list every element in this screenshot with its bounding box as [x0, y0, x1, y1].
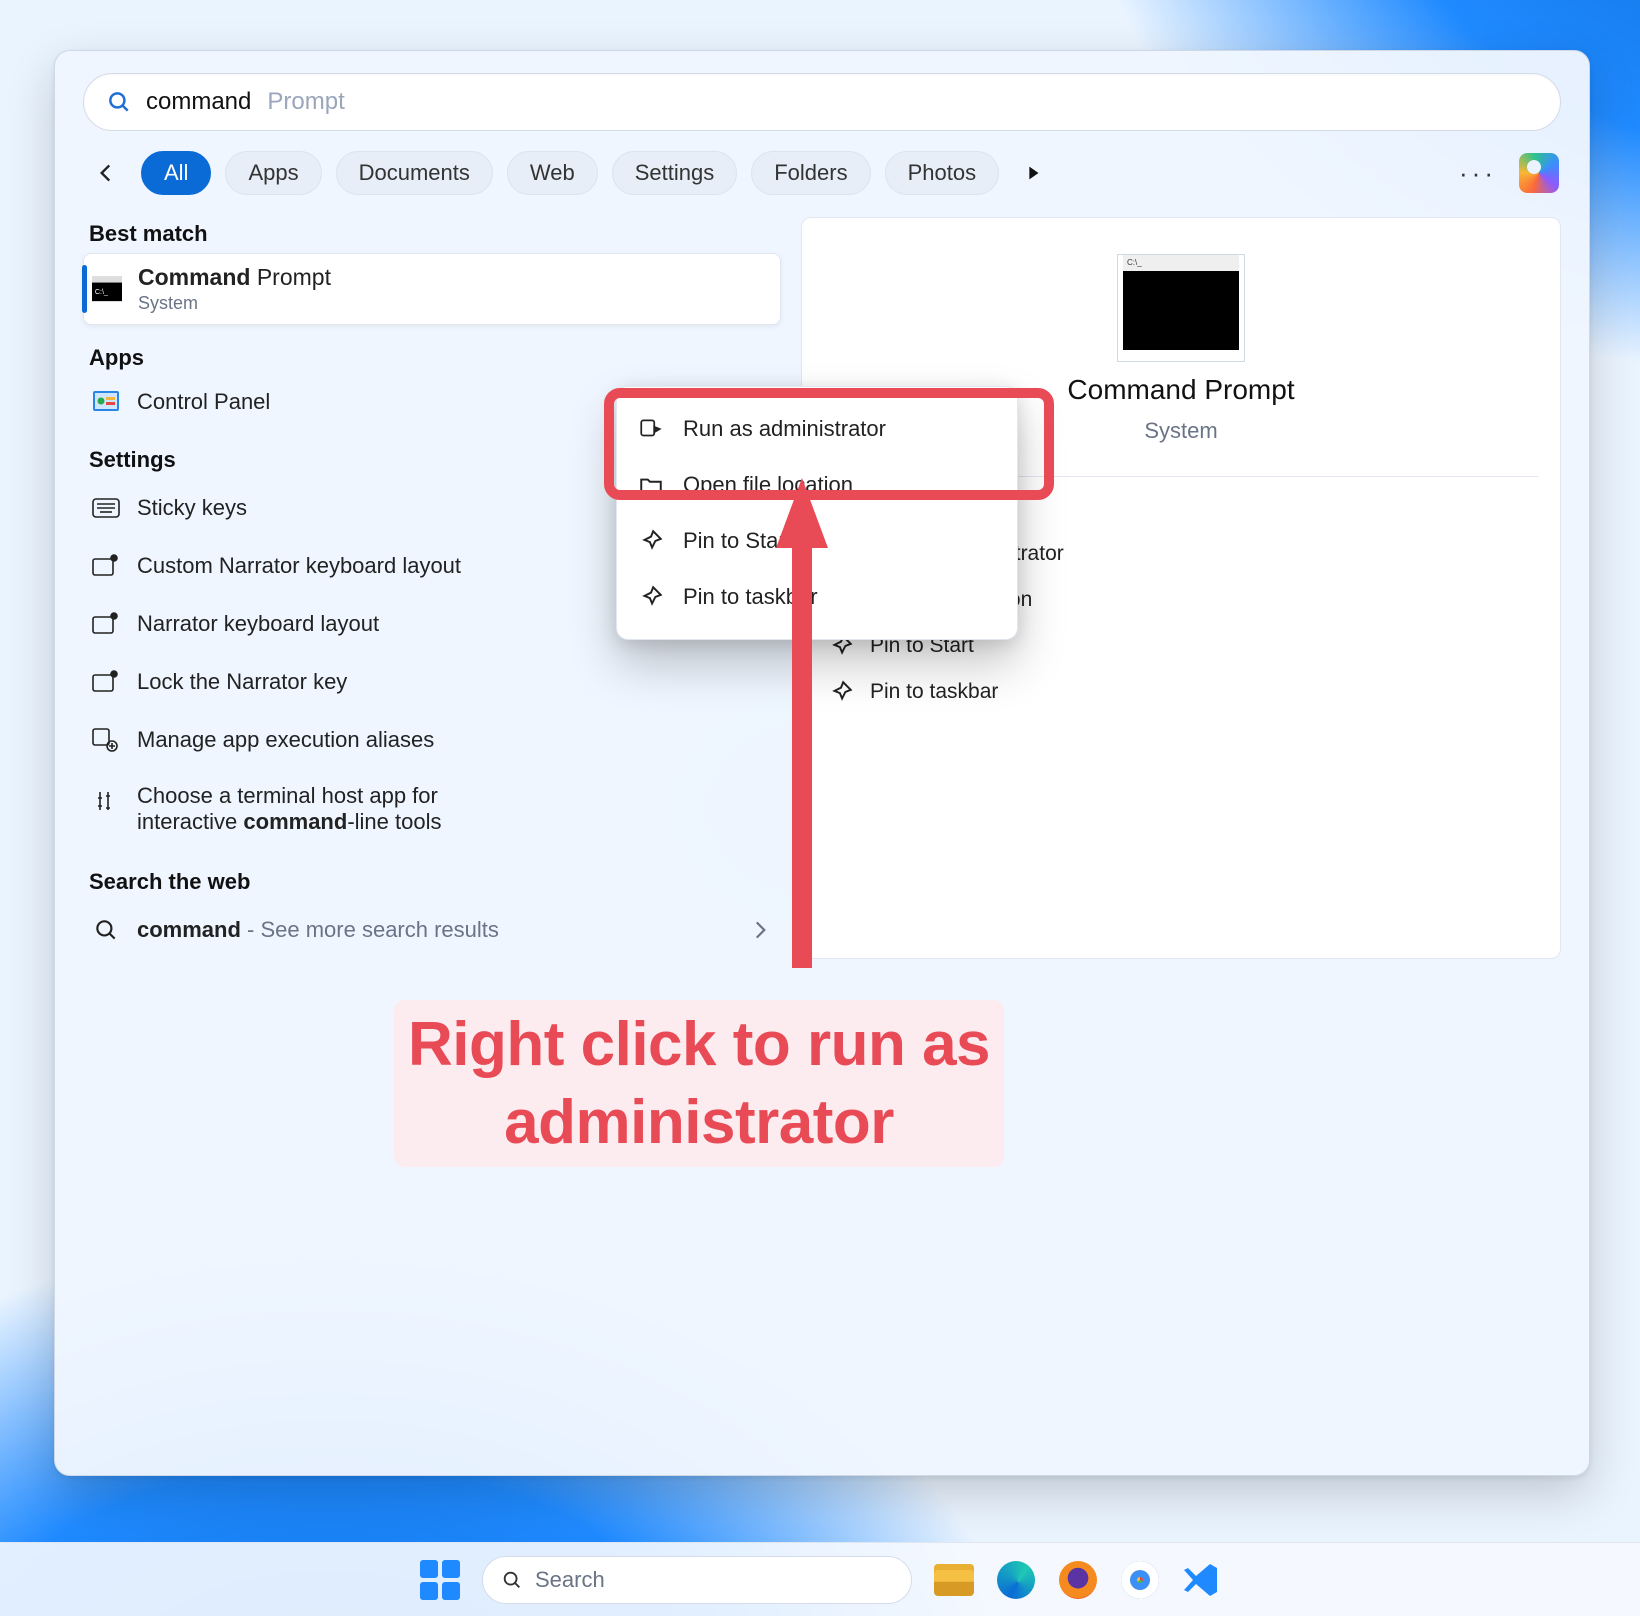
preview-type: System [1144, 418, 1217, 444]
tools-icon [91, 787, 121, 817]
taskbar-firefox[interactable] [1058, 1560, 1098, 1600]
copilot-icon[interactable] [1519, 153, 1559, 193]
result-subtitle: System [138, 293, 331, 314]
ctx-pin-taskbar[interactable]: Pin to taskbar [627, 569, 1007, 625]
section-best-match: Best match [83, 217, 781, 253]
result-command-prompt[interactable]: C:\_ Command Prompt System [83, 253, 781, 325]
search-typed-text: command [146, 88, 251, 116]
folder-icon [637, 471, 665, 499]
taskbar-explorer[interactable] [934, 1560, 974, 1600]
pin-icon [828, 679, 854, 705]
preview-action-pin-taskbar-label: Pin to taskbar [870, 680, 998, 704]
taskbar-search-placeholder: Search [535, 1567, 605, 1593]
context-menu: Run as administrator Open file location … [616, 386, 1018, 640]
filter-web[interactable]: Web [507, 151, 598, 195]
control-panel-icon [91, 387, 121, 417]
keyboard-icon [91, 493, 121, 523]
filter-photos-label: Photos [908, 160, 977, 186]
filter-row: All Apps Documents Web Settings Folders … [83, 151, 1561, 195]
preview-action-pin-taskbar[interactable]: Pin to taskbar [824, 669, 1538, 715]
result-lock-narrator-label: Lock the Narrator key [137, 669, 773, 695]
ctx-run-admin-label: Run as administrator [683, 416, 886, 442]
overflow-button[interactable]: ··· [1451, 158, 1505, 189]
ctx-pin-taskbar-label: Pin to taskbar [683, 584, 818, 610]
ctx-run-admin[interactable]: Run as administrator [627, 401, 1007, 457]
filter-all-label: All [164, 160, 188, 186]
preview-title: Command Prompt [1067, 374, 1294, 406]
filter-documents-label: Documents [359, 160, 470, 186]
filter-photos[interactable]: Photos [885, 151, 1000, 195]
search-icon [91, 915, 121, 945]
filter-settings-label: Settings [635, 160, 715, 186]
taskbar-vscode[interactable] [1182, 1561, 1220, 1599]
result-terminal-host[interactable]: Choose a terminal host app for interacti… [83, 769, 781, 849]
back-button[interactable] [85, 152, 127, 194]
result-lock-narrator[interactable]: Lock the Narrator key [83, 653, 781, 711]
start-search-panel: command Prompt All Apps Documents Web Se… [54, 50, 1590, 1476]
filter-folders[interactable]: Folders [751, 151, 870, 195]
result-title-bold: Command [138, 264, 250, 290]
web-term: command [137, 917, 241, 942]
filter-web-label: Web [530, 160, 575, 186]
narrator-icon [91, 609, 121, 639]
pin-icon [637, 527, 665, 555]
result-title-rest: Prompt [250, 264, 331, 290]
filter-settings[interactable]: Settings [612, 151, 738, 195]
narrator-icon [91, 667, 121, 697]
pin-icon [637, 583, 665, 611]
filter-apps[interactable]: Apps [225, 151, 321, 195]
taskbar-edge[interactable] [996, 1560, 1036, 1600]
command-prompt-icon: C:\_ [92, 274, 122, 304]
ctx-pin-start[interactable]: Pin to Start [627, 513, 1007, 569]
chevron-right-icon [747, 917, 773, 943]
result-manage-aliases-label: Manage app execution aliases [137, 727, 773, 753]
result-web-command[interactable]: command - See more search results [83, 901, 781, 959]
annotation-text: Right click to run as administrator [394, 1000, 1004, 1167]
taskbar: Search [0, 1542, 1640, 1616]
filter-documents[interactable]: Documents [336, 151, 493, 195]
filter-apps-label: Apps [248, 160, 298, 186]
result-command-prompt-text: Command Prompt System [138, 264, 331, 314]
section-apps: Apps [83, 341, 781, 377]
ctx-open-file-location[interactable]: Open file location [627, 457, 1007, 513]
section-search-web: Search the web [83, 865, 781, 901]
taskbar-chrome[interactable] [1120, 1560, 1160, 1600]
taskbar-search[interactable]: Search [482, 1556, 912, 1604]
ctx-pin-start-label: Pin to Start [683, 528, 792, 554]
filter-all[interactable]: All [141, 151, 211, 195]
narrator-icon [91, 551, 121, 581]
app-thumbnail: C:\_ [1117, 254, 1245, 362]
web-suffix: - See more search results [241, 917, 499, 942]
result-terminal-host-text: Choose a terminal host app for interacti… [137, 783, 441, 835]
start-button[interactable] [420, 1560, 460, 1600]
shield-icon [637, 415, 665, 443]
search-icon [501, 1569, 523, 1591]
more-filters-button[interactable] [1013, 153, 1053, 193]
filter-folders-label: Folders [774, 160, 847, 186]
result-manage-aliases[interactable]: Manage app execution aliases [83, 711, 781, 769]
svg-text:C:\_: C:\_ [95, 288, 109, 296]
search-input[interactable]: command Prompt [83, 73, 1561, 131]
ctx-open-file-location-label: Open file location [683, 472, 853, 498]
app-settings-icon [91, 725, 121, 755]
search-icon [106, 89, 132, 115]
search-ghost-completion: Prompt [265, 88, 344, 116]
thumb-titlebar: C:\_ [1123, 255, 1239, 271]
